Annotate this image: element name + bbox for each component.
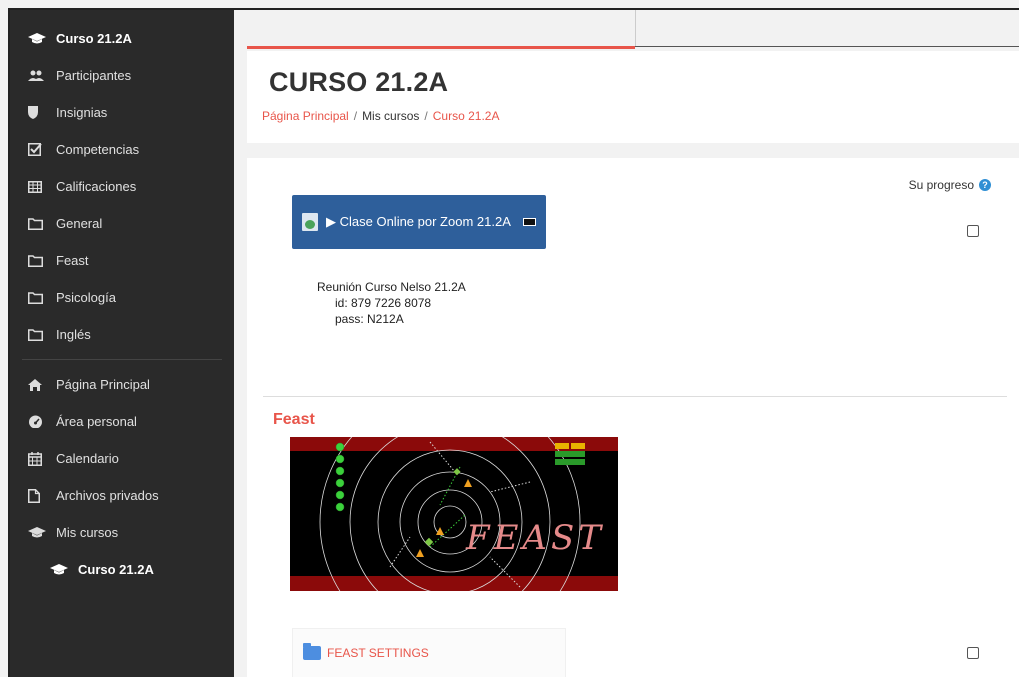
progress-label: Su progreso: [908, 178, 974, 192]
meeting-pass: pass: N212A: [335, 312, 404, 326]
meeting-title: Reunión Curso Nelso 21.2A: [317, 280, 466, 294]
course-content: Su progreso ? ▶ Clase Online por Zoom 21…: [247, 158, 1019, 677]
completion-checkbox[interactable]: [967, 647, 979, 659]
table-icon: [28, 180, 50, 193]
sidebar-item-psicologia[interactable]: Psicología: [10, 279, 234, 316]
shield-icon: [28, 106, 50, 119]
url-resource-icon: [302, 213, 318, 231]
zoom-class-label: ▶ Clase Online por Zoom 21.2A: [326, 214, 511, 229]
sidebar-item-competencias[interactable]: Competencias: [10, 131, 234, 168]
sidebar-item-calificaciones[interactable]: Calificaciones: [10, 168, 234, 205]
sidebar-item-general[interactable]: General: [10, 205, 234, 242]
sidebar-item-label: Insignias: [56, 105, 108, 120]
sidebar-item-ingles[interactable]: Inglés: [10, 316, 234, 353]
graduation-cap-icon: [50, 563, 72, 576]
folder-icon: [28, 254, 50, 267]
breadcrumb-home-link[interactable]: Página Principal: [262, 109, 349, 123]
sidebar-item-calendario[interactable]: Calendario: [10, 440, 234, 477]
sidebar-item-label: Mis cursos: [56, 525, 119, 540]
users-icon: [28, 70, 50, 82]
feast-banner-image: FEAST: [290, 437, 618, 591]
breadcrumb: Página Principal / Mis cursos / Curso 21.2A: [262, 109, 499, 123]
navbar: [234, 10, 1019, 49]
page-title: CURSO 21.2A: [269, 67, 449, 97]
breadcrumb-course-link[interactable]: Curso 21.2A: [433, 109, 500, 123]
folder-icon: [28, 291, 50, 304]
sidebar-item-label: Archivos privados: [56, 488, 159, 503]
navbar-divider: [635, 10, 636, 46]
folder-icon: [303, 643, 321, 660]
sidebar-item-label: Psicología: [56, 290, 116, 305]
page-header: CURSO 21.2A Página Principal / Mis cursos /…: [247, 51, 1019, 143]
feast-settings-link[interactable]: FEAST SETTINGS: [327, 646, 429, 660]
sidebar-item-mis-cursos[interactable]: Mis cursos: [10, 514, 234, 551]
meeting-info: Reunión Curso Nelso 21.2A id: 879 7226 8…: [317, 279, 466, 327]
section-divider: [263, 396, 1007, 397]
breadcrumb-mis-cursos[interactable]: Mis cursos: [362, 109, 419, 123]
navbar-bottom-line: [635, 46, 1019, 47]
home-icon: [28, 378, 50, 391]
meeting-id: id: 879 7226 8078: [335, 296, 432, 310]
sidebar-item-pagina-principal[interactable]: Página Principal: [10, 366, 234, 403]
sidebar-item-label: Participantes: [56, 68, 132, 83]
sidebar-item-label: General: [56, 216, 103, 231]
progress-header: Su progreso ?: [909, 178, 991, 192]
moodle-window: Curso 21.2A Participantes Insignias Comp…: [8, 8, 1019, 677]
sidebar-item-label: Feast: [56, 253, 89, 268]
sidebar-item-label: Calificaciones: [56, 179, 137, 194]
graduation-cap-icon: [28, 526, 50, 539]
file-icon: [28, 488, 50, 503]
section-title-feast[interactable]: Feast: [273, 411, 315, 429]
feast-image-title: FEAST: [465, 518, 605, 558]
feast-radar-graphic: FEAST: [290, 437, 618, 591]
folder-icon: [28, 328, 50, 341]
zoom-class-button[interactable]: ▶ Clase Online por Zoom 21.2A: [292, 195, 546, 249]
sidebar-item-insignias[interactable]: Insignias: [10, 94, 234, 131]
sidebar: Curso 21.2A Participantes Insignias Comp…: [10, 10, 234, 677]
sidebar-item-label: Inglés: [56, 327, 91, 342]
sidebar-item-label: Página Principal: [56, 377, 150, 392]
checkbox-icon: [28, 143, 50, 156]
sidebar-item-feast[interactable]: Feast: [10, 242, 234, 279]
sidebar-item-course[interactable]: Curso 21.2A: [10, 20, 234, 57]
folder-icon: [28, 217, 50, 230]
navbar-accent-line: [247, 46, 635, 49]
breadcrumb-separator: /: [353, 109, 358, 123]
sidebar-item-label: Curso 21.2A: [56, 31, 132, 46]
sidebar-divider: [22, 359, 222, 360]
feast-settings-folder[interactable]: FEAST SETTINGS: [292, 628, 566, 677]
sidebar-item-archivos-privados[interactable]: Archivos privados: [10, 477, 234, 514]
sidebar-item-area-personal[interactable]: Área personal: [10, 403, 234, 440]
sidebar-item-label: Competencias: [56, 142, 140, 157]
completion-checkbox[interactable]: [967, 225, 979, 237]
sidebar-item-label: Curso 21.2A: [78, 562, 154, 577]
sidebar-item-participantes[interactable]: Participantes: [10, 57, 234, 94]
sidebar-item-label: Área personal: [56, 414, 137, 429]
breadcrumb-separator: /: [424, 109, 428, 123]
sidebar-item-label: Calendario: [56, 451, 119, 466]
calendar-icon: [28, 451, 50, 466]
sidebar-item-current-course[interactable]: Curso 21.2A: [10, 551, 234, 588]
dashboard-icon: [28, 415, 50, 428]
help-icon[interactable]: ?: [979, 179, 991, 191]
laptop-icon: [522, 218, 536, 226]
graduation-cap-icon: [28, 32, 50, 45]
